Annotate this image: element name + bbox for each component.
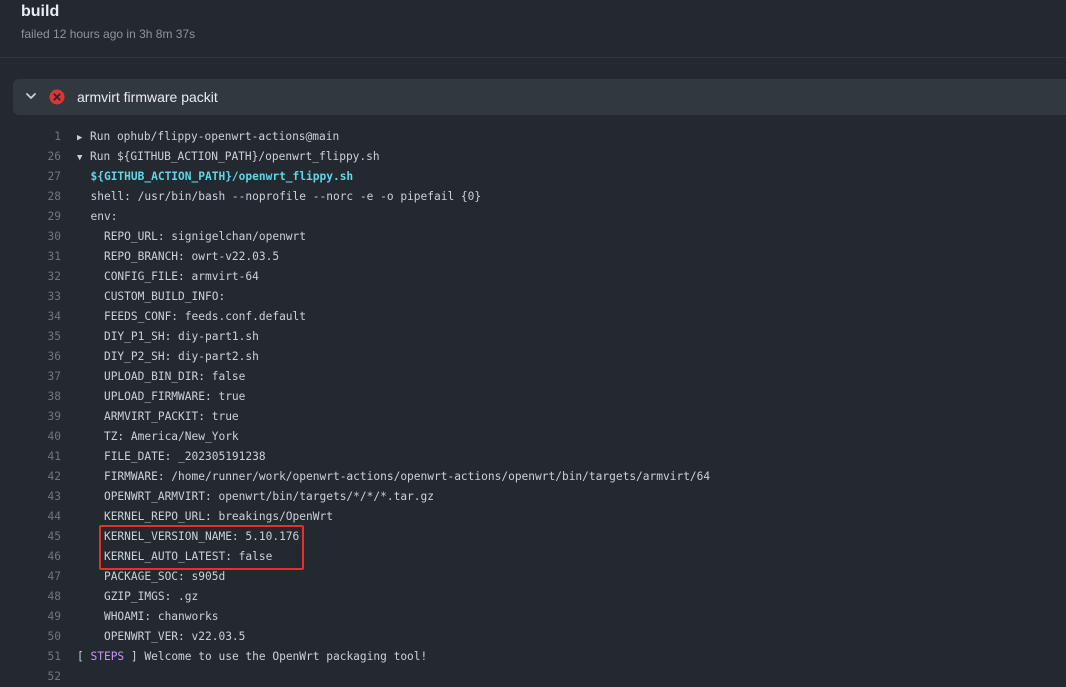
- line-number[interactable]: 28: [20, 187, 61, 207]
- failed-status-icon: [49, 89, 65, 105]
- line-number[interactable]: 34: [20, 307, 61, 327]
- log-text: KERNEL_REPO_URL: breakings/OpenWrt: [103, 510, 333, 523]
- line-number[interactable]: 31: [20, 247, 61, 267]
- line-number[interactable]: 32: [20, 267, 61, 287]
- log-line: 29 env:: [0, 207, 1066, 227]
- log-line: 39 ARMVIRT_PACKIT: true: [0, 407, 1066, 427]
- log-text: TZ: America/New_York: [103, 430, 239, 443]
- log-text: FEEDS_CONF: feeds.conf.default: [103, 310, 307, 323]
- triangle-right-icon[interactable]: ▶: [77, 128, 90, 148]
- job-header: build failed 12 hours ago in 3h 8m 37s: [0, 0, 1066, 58]
- line-number[interactable]: 39: [20, 407, 61, 427]
- line-number[interactable]: 27: [20, 167, 61, 187]
- log-line: 37 UPLOAD_BIN_DIR: false: [0, 367, 1066, 387]
- log-line: 42 FIRMWARE: /home/runner/work/openwrt-a…: [0, 467, 1066, 487]
- line-number[interactable]: 43: [20, 487, 61, 507]
- log-line: 49 WHOAMI: chanworks: [0, 607, 1066, 627]
- log-text: OPENWRT_ARMVIRT: openwrt/bin/targets/*/*…: [103, 490, 434, 503]
- line-number[interactable]: 44: [20, 507, 61, 527]
- log-line: 50 OPENWRT_VER: v22.03.5: [0, 627, 1066, 647]
- log-line: 40 TZ: America/New_York: [0, 427, 1066, 447]
- log-text: REPO_BRANCH: owrt-v22.03.5: [103, 250, 280, 263]
- log-line: 32 CONFIG_FILE: armvirt-64: [0, 267, 1066, 287]
- line-number[interactable]: 45: [20, 527, 61, 547]
- log-text: DIY_P1_SH: diy-part1.sh: [103, 330, 259, 343]
- log-line: 41 FILE_DATE: _202305191238: [0, 447, 1066, 467]
- log-line: 43 OPENWRT_ARMVIRT: openwrt/bin/targets/…: [0, 487, 1066, 507]
- log-line: 30 REPO_URL: signigelchan/openwrt: [0, 227, 1066, 247]
- log-text: env:: [90, 210, 118, 223]
- line-number[interactable]: 38: [20, 387, 61, 407]
- log-line[interactable]: 26 ▼ Run ${GITHUB_ACTION_PATH}/openwrt_fli…: [0, 147, 1066, 167]
- log-line: 38 UPLOAD_FIRMWARE: true: [0, 387, 1066, 407]
- line-number[interactable]: 26: [20, 147, 61, 167]
- job-status-text: failed 12 hours ago in 3h 8m 37s: [21, 27, 196, 41]
- log-line: 51 [ STEPS ] Welcome to use the OpenWrt p…: [0, 647, 1066, 667]
- step-name: armvirt firmware packit: [77, 89, 218, 105]
- step-header[interactable]: armvirt firmware packit: [13, 79, 1066, 115]
- job-title: build: [21, 3, 60, 20]
- log-text: PACKAGE_SOC: s905d: [103, 570, 226, 583]
- log-text: UPLOAD_FIRMWARE: true: [103, 390, 246, 403]
- log-line: 34 FEEDS_CONF: feeds.conf.default: [0, 307, 1066, 327]
- log-text: CUSTOM_BUILD_INFO:: [103, 290, 226, 303]
- log-line: 35 DIY_P1_SH: diy-part1.sh: [0, 327, 1066, 347]
- log-text: REPO_URL: signigelchan/openwrt: [103, 230, 307, 243]
- log-line: 47 PACKAGE_SOC: s905d: [0, 567, 1066, 587]
- log-text: OPENWRT_VER: v22.03.5: [103, 630, 246, 643]
- log-text: ${GITHUB_ACTION_PATH}/openwrt_flippy.sh: [77, 167, 353, 187]
- log-text: FIRMWARE: /home/runner/work/openwrt-acti…: [103, 470, 711, 483]
- log-line: 44 KERNEL_REPO_URL: breakings/OpenWrt: [0, 507, 1066, 527]
- log-line: 27 ${GITHUB_ACTION_PATH}/openwrt_flippy.…: [0, 167, 1066, 187]
- log-text: ▶ Run ophub/flippy-openwrt-actions@main: [77, 127, 339, 148]
- chevron-down-icon[interactable]: [23, 88, 39, 104]
- log-line: 28 shell: /usr/bin/bash --noprofile --no…: [0, 187, 1066, 207]
- log-line: 48 GZIP_IMGS: .gz: [0, 587, 1066, 607]
- log-text: WHOAMI: chanworks: [103, 610, 219, 623]
- log-text: DIY_P2_SH: diy-part2.sh: [103, 350, 259, 363]
- line-number[interactable]: 37: [20, 367, 61, 387]
- line-number[interactable]: 35: [20, 327, 61, 347]
- log-line: 52: [0, 667, 1066, 687]
- line-number[interactable]: 30: [20, 227, 61, 247]
- log-text: GZIP_IMGS: .gz: [103, 590, 199, 603]
- log-line[interactable]: 1 ▶ Run ophub/flippy-openwrt-actions@main: [0, 127, 1066, 147]
- log-text: UPLOAD_BIN_DIR: false: [103, 370, 246, 383]
- steps-keyword: STEPS: [90, 650, 125, 663]
- line-number[interactable]: 33: [20, 287, 61, 307]
- line-number[interactable]: 47: [20, 567, 61, 587]
- log-text: ARMVIRT_PACKIT: true: [103, 410, 239, 423]
- line-number[interactable]: 46: [20, 547, 61, 567]
- annotation-highlight-box: [99, 525, 304, 570]
- line-number[interactable]: 50: [20, 627, 61, 647]
- line-number[interactable]: 48: [20, 587, 61, 607]
- line-number[interactable]: 42: [20, 467, 61, 487]
- log-output: 1 ▶ Run ophub/flippy-openwrt-actions@main 2…: [0, 127, 1066, 687]
- line-number[interactable]: 36: [20, 347, 61, 367]
- line-number[interactable]: 41: [20, 447, 61, 467]
- log-text: shell: /usr/bin/bash --noprofile --norc …: [90, 190, 482, 203]
- log-text: [ STEPS ] Welcome to use the OpenWrt pac…: [77, 650, 428, 663]
- log-text: FILE_DATE: _202305191238: [103, 450, 266, 463]
- line-number[interactable]: 1: [20, 127, 61, 147]
- log-line: 33 CUSTOM_BUILD_INFO:: [0, 287, 1066, 307]
- log-line: 36 DIY_P2_SH: diy-part2.sh: [0, 347, 1066, 367]
- triangle-down-icon[interactable]: ▼: [77, 148, 90, 168]
- log-text: ▼ Run ${GITHUB_ACTION_PATH}/openwrt_flipp…: [77, 147, 380, 168]
- log-line: 31 REPO_BRANCH: owrt-v22.03.5: [0, 247, 1066, 267]
- line-number[interactable]: 40: [20, 427, 61, 447]
- log-text: CONFIG_FILE: armvirt-64: [103, 270, 259, 283]
- line-number[interactable]: 52: [20, 667, 61, 687]
- line-number[interactable]: 51: [20, 647, 61, 667]
- line-number[interactable]: 49: [20, 607, 61, 627]
- line-number[interactable]: 29: [20, 207, 61, 227]
- command-text: ${GITHUB_ACTION_PATH}/openwrt_flippy.sh: [90, 170, 354, 183]
